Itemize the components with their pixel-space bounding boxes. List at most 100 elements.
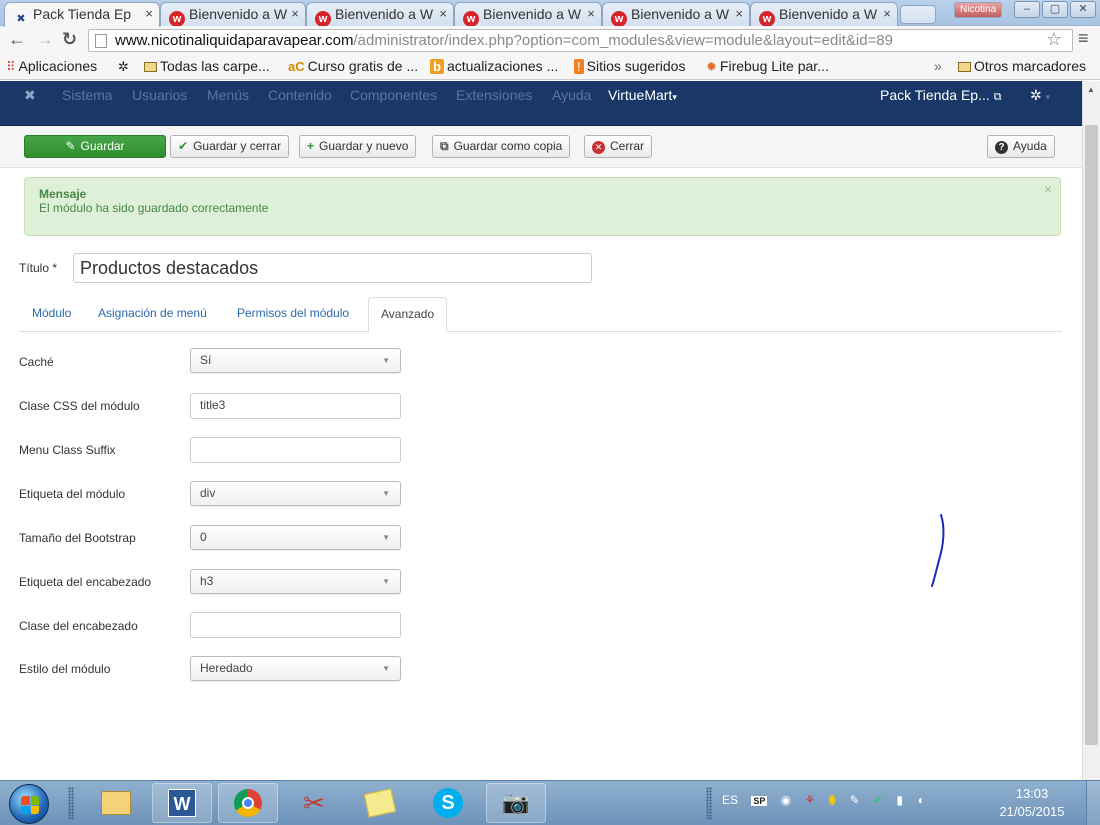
bookmark-sitios[interactable]: ! Sitios sugeridos bbox=[574, 58, 685, 74]
explorer-taskbar-button[interactable] bbox=[86, 783, 146, 823]
site-link[interactable]: Pack Tienda Ep... ⧉ bbox=[880, 87, 1001, 104]
field-label-header-class: Clase del encabezado bbox=[19, 619, 138, 633]
tab-title: Bienvenido a W bbox=[779, 6, 878, 22]
tab-bienvenido-4[interactable]: w Bienvenido a W × bbox=[602, 2, 750, 26]
module-style-select[interactable]: Heredado ▼ bbox=[190, 656, 401, 681]
tab-permisos[interactable]: Permisos del módulo bbox=[225, 297, 361, 332]
tab-modulo[interactable]: Módulo bbox=[20, 297, 83, 332]
pen-icon[interactable]: ✎ bbox=[850, 793, 860, 807]
save-new-label: Guardar y nuevo bbox=[319, 139, 409, 153]
clock[interactable]: 13:03 21/05/2015 bbox=[992, 785, 1072, 821]
module-tag-select[interactable]: div ▼ bbox=[190, 481, 401, 506]
menu-virtuemart[interactable]: VirtueMart▾ bbox=[608, 87, 677, 103]
close-window-button[interactable]: ✕ bbox=[1070, 1, 1096, 18]
tab-bienvenido-1[interactable]: w Bienvenido a W × bbox=[160, 2, 306, 26]
close-icon[interactable]: × bbox=[587, 6, 595, 21]
bookmark-actualizaciones[interactable]: b actualizaciones ... bbox=[430, 58, 558, 74]
skype-taskbar-button[interactable]: S bbox=[418, 783, 478, 823]
bookmark-gear[interactable]: ✲ bbox=[118, 58, 132, 75]
menu-componentes[interactable]: Componentes bbox=[350, 87, 437, 103]
menu-menus[interactable]: Menús bbox=[207, 87, 249, 103]
new-tab-button[interactable] bbox=[900, 5, 936, 24]
save-close-button[interactable]: ✔ Guardar y cerrar bbox=[170, 135, 290, 158]
show-desktop-button[interactable] bbox=[1086, 781, 1100, 825]
close-icon[interactable]: × bbox=[439, 6, 447, 21]
bookmark-firebug[interactable]: ✹ Firebug Lite par... bbox=[706, 58, 829, 75]
tab-bienvenido-3[interactable]: w Bienvenido a W × bbox=[454, 2, 602, 26]
bookmark-otros[interactable]: Otros marcadores bbox=[958, 58, 1086, 74]
eye-icon[interactable]: ◉ bbox=[781, 793, 791, 807]
scroll-up-icon[interactable]: ▲ bbox=[1087, 85, 1095, 94]
close-circle-icon: ✕ bbox=[592, 141, 605, 154]
menu-class-suffix-input[interactable] bbox=[190, 437, 401, 463]
select-value: h3 bbox=[200, 574, 214, 588]
volume-icon[interactable]: ◖ bbox=[916, 793, 923, 807]
cache-select[interactable]: Sí ▼ bbox=[190, 348, 401, 373]
joomla-logo-icon[interactable]: ✖ bbox=[24, 87, 36, 104]
bookmark-apps[interactable]: ⠿ Aplicaciones bbox=[6, 58, 97, 75]
close-icon[interactable]: × bbox=[291, 6, 299, 21]
page-scrollbar[interactable]: ▲ bbox=[1082, 81, 1100, 780]
bookmarks-more[interactable]: » bbox=[934, 58, 942, 74]
url-path: /administrator/index.php?option=com_modu… bbox=[353, 32, 893, 49]
windows-taskbar: W ✂ S 📷 ES SP ◉ ⚘ ⬮ ✎ ✔ ▮ ◖ 13:03 21/05/… bbox=[0, 780, 1100, 825]
word-icon: W bbox=[168, 789, 196, 817]
sticky-notes-taskbar-button[interactable] bbox=[350, 783, 410, 823]
chrome-taskbar-button[interactable] bbox=[218, 783, 278, 823]
menu-extensiones[interactable]: Extensiones bbox=[456, 87, 532, 103]
sync-icon[interactable]: ✔ bbox=[873, 793, 883, 807]
address-bar[interactable]: www.nicotinaliquidaparavapear.com/admini… bbox=[88, 29, 1073, 52]
close-icon[interactable]: × bbox=[145, 6, 153, 21]
menu-ayuda[interactable]: Ayuda bbox=[552, 87, 591, 103]
css-class-input[interactable]: title3 bbox=[190, 393, 401, 419]
settings-menu[interactable]: ✲ ▾ bbox=[1030, 87, 1050, 104]
header-class-input[interactable] bbox=[190, 612, 401, 638]
menu-usuarios[interactable]: Usuarios bbox=[132, 87, 187, 103]
windows-logo-icon bbox=[21, 796, 39, 814]
menu-sistema[interactable]: Sistema bbox=[62, 87, 113, 103]
field-label-cache: Caché bbox=[19, 355, 54, 369]
tab-bienvenido-5[interactable]: w Bienvenido a W × bbox=[750, 2, 898, 26]
header-tag-select[interactable]: h3 ▼ bbox=[190, 569, 401, 594]
save-copy-button[interactable]: ⧉ Guardar como copia bbox=[432, 135, 571, 158]
close-icon[interactable]: × bbox=[883, 6, 891, 21]
start-button[interactable] bbox=[9, 784, 49, 824]
tab-bienvenido-2[interactable]: w Bienvenido a W × bbox=[306, 2, 454, 26]
shield-icon[interactable]: ⬮ bbox=[829, 793, 837, 807]
chrome-menu-icon[interactable]: ≡ bbox=[1078, 28, 1089, 49]
tab-avanzado[interactable]: Avanzado bbox=[368, 297, 448, 332]
close-button[interactable]: ✕ Cerrar bbox=[584, 135, 653, 158]
signal-icon[interactable]: ▮ bbox=[896, 793, 903, 807]
tray-grip bbox=[706, 787, 712, 819]
site-label: Pack Tienda Ep... bbox=[880, 87, 990, 103]
caret-down-icon: ▾ bbox=[1045, 92, 1051, 102]
maximize-button[interactable]: ▢ bbox=[1042, 1, 1068, 18]
magnet-icon[interactable]: ⚘ bbox=[805, 793, 816, 807]
back-arrow-icon[interactable]: ← bbox=[8, 29, 26, 50]
scrollbar-thumb[interactable] bbox=[1085, 125, 1098, 745]
close-icon[interactable]: × bbox=[1044, 181, 1052, 197]
help-button[interactable]: ? Ayuda bbox=[987, 135, 1055, 158]
tab-pack-tienda[interactable]: ✖ Pack Tienda Ep × bbox=[4, 2, 160, 27]
forward-arrow-icon[interactable]: → bbox=[36, 29, 54, 50]
camera-app-taskbar-button[interactable]: 📷 bbox=[486, 783, 546, 823]
title-input[interactable]: Productos destacados bbox=[73, 253, 592, 283]
virtuemart-label: VirtueMart bbox=[608, 87, 673, 103]
save-new-button[interactable]: + Guardar y nuevo bbox=[299, 135, 417, 158]
minimize-button[interactable]: – bbox=[1014, 1, 1040, 18]
language-indicator[interactable]: ES bbox=[722, 793, 738, 807]
reload-icon[interactable]: ↻ bbox=[62, 29, 77, 50]
bookmark-star-icon[interactable]: ☆ bbox=[1046, 29, 1062, 50]
snipping-tool-taskbar-button[interactable]: ✂ bbox=[284, 783, 344, 823]
word-taskbar-button[interactable]: W bbox=[152, 783, 212, 823]
bootstrap-size-select[interactable]: 0 ▼ bbox=[190, 525, 401, 550]
admin-navbar: ✖ Sistema Usuarios Menús Contenido Compo… bbox=[0, 81, 1082, 109]
bookmark-folder-todas[interactable]: Todas las carpe... bbox=[144, 58, 270, 74]
menu-contenido[interactable]: Contenido bbox=[268, 87, 332, 103]
profile-button[interactable]: Nicotina bbox=[954, 2, 1003, 18]
tab-asignacion-menu[interactable]: Asignación de menú bbox=[86, 297, 219, 332]
bookmark-curso[interactable]: aC Curso gratis de ... bbox=[288, 58, 418, 74]
close-icon[interactable]: × bbox=[735, 6, 743, 21]
save-button[interactable]: ✎ Guardar bbox=[24, 135, 166, 158]
sp-icon[interactable]: SP bbox=[751, 796, 768, 806]
